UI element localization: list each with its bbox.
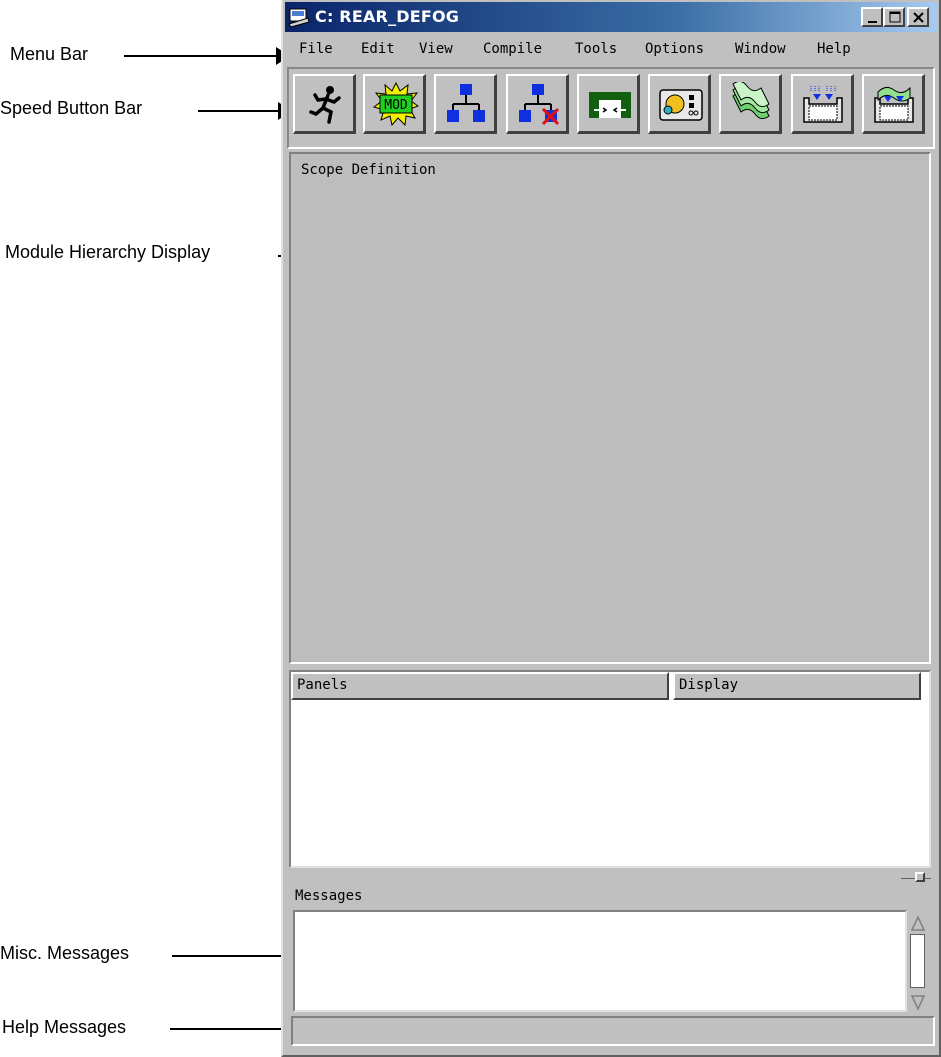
column-header-display[interactable]: Display <box>673 672 921 700</box>
app-icon[interactable] <box>288 6 310 28</box>
mod-text: MOD <box>384 98 408 113</box>
messages-scrollbar[interactable] <box>909 912 927 1012</box>
instrument-button[interactable] <box>648 74 711 134</box>
minimize-button[interactable] <box>861 7 883 27</box>
panel-connect-icon <box>589 92 631 118</box>
hierarchy-delete-icon <box>519 84 560 126</box>
menu-file[interactable]: File <box>299 41 333 57</box>
export-icon <box>874 86 914 123</box>
scroll-down-icon[interactable] <box>909 992 927 1012</box>
speed-button-bar: MOD <box>287 67 935 149</box>
runner-icon <box>309 86 341 124</box>
mod-burst-icon: MOD <box>373 82 419 126</box>
menu-tools[interactable]: Tools <box>575 41 617 57</box>
help-message-bar <box>291 1016 935 1046</box>
import-button[interactable] <box>791 74 854 134</box>
window-title: C: REAR_DEFOG <box>315 7 460 26</box>
menu-window[interactable]: Window <box>735 41 786 57</box>
menu-edit[interactable]: Edit <box>361 41 395 57</box>
menu-bar: File Edit View Compile Tools Options Win… <box>285 36 937 64</box>
scrollbar-thumb[interactable] <box>910 934 925 988</box>
annotation-arrow <box>198 102 292 120</box>
menu-compile[interactable]: Compile <box>483 41 542 57</box>
delete-hierarchy-button[interactable] <box>506 74 569 134</box>
annotation-help-messages: Help Messages <box>2 1017 127 1037</box>
import-icon <box>803 86 843 123</box>
pages-icon <box>732 82 770 120</box>
export-button[interactable] <box>862 74 925 134</box>
close-button[interactable] <box>907 7 929 27</box>
annotation-module-hierarchy: Module Hierarchy Display <box>5 242 211 262</box>
maximize-icon <box>889 11 901 23</box>
hierarchy-icon <box>447 84 485 122</box>
annotation-menu-bar: Menu Bar <box>10 44 89 64</box>
instrument-icon <box>659 89 703 121</box>
minimize-icon <box>868 21 877 23</box>
pages-button[interactable] <box>719 74 782 134</box>
menu-options[interactable]: Options <box>645 41 704 57</box>
hierarchy-button[interactable] <box>434 74 497 134</box>
module-button[interactable]: MOD <box>363 74 426 134</box>
panels-table[interactable]: Panels Display <box>289 670 931 868</box>
title-bar[interactable]: C: REAR_DEFOG <box>285 2 937 32</box>
column-header-panels[interactable]: Panels <box>291 672 669 700</box>
annotation-misc-messages: Misc. Messages <box>0 943 130 963</box>
close-icon <box>913 12 924 23</box>
application-window: C: REAR_DEFOG File Edit View Compile Too… <box>281 0 941 1057</box>
menu-help[interactable]: Help <box>817 41 851 57</box>
scope-definition-label: Scope Definition <box>301 162 436 178</box>
pane-resize-handle[interactable] <box>915 872 925 882</box>
messages-label: Messages <box>295 888 363 904</box>
annotation-arrow <box>124 47 290 65</box>
maximize-button[interactable] <box>883 7 905 27</box>
scroll-up-icon[interactable] <box>909 914 927 934</box>
connect-panel-button[interactable] <box>577 74 640 134</box>
menu-view[interactable]: View <box>419 41 453 57</box>
messages-area[interactable] <box>293 910 907 1012</box>
annotation-speed-button-bar: Speed Button Bar <box>0 98 143 118</box>
module-hierarchy-display[interactable]: Scope Definition <box>289 152 931 664</box>
run-button[interactable] <box>293 74 356 134</box>
